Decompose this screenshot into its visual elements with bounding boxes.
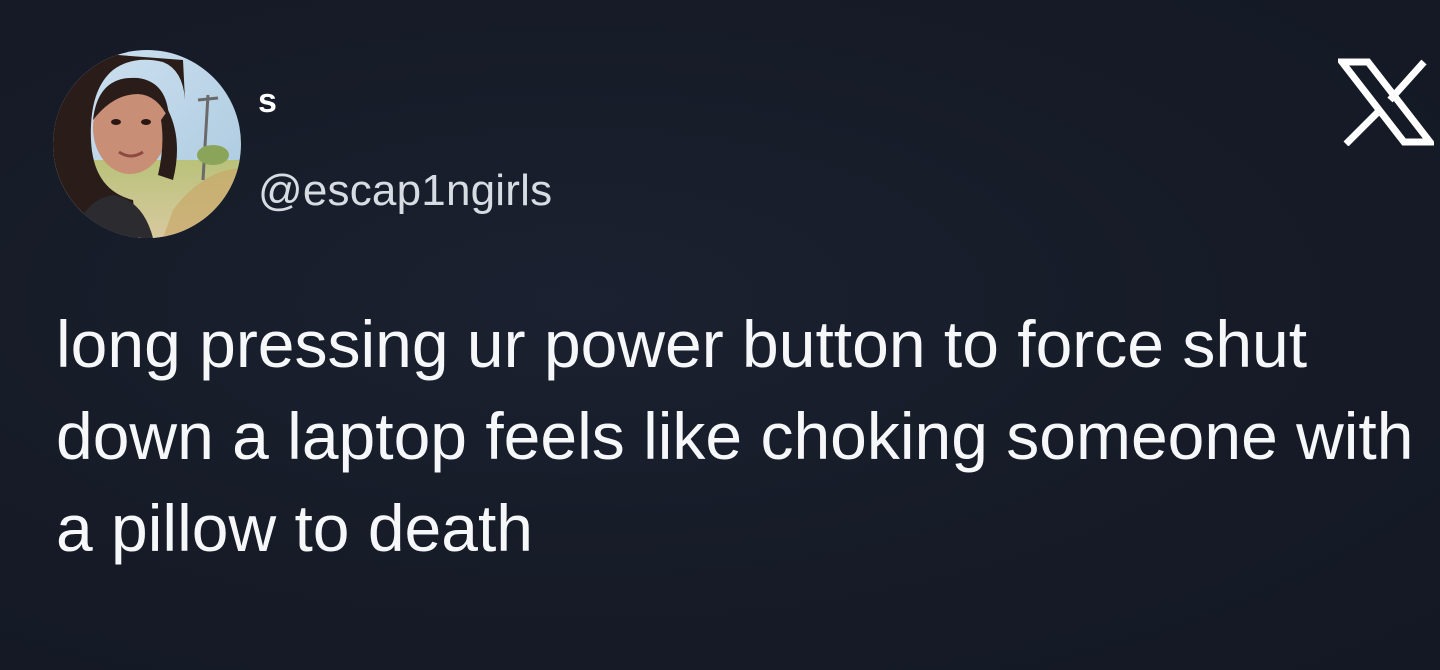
avatar-photo-icon	[53, 50, 241, 238]
x-logo-icon	[1334, 58, 1438, 147]
display-name[interactable]: s	[258, 82, 277, 121]
avatar[interactable]	[53, 50, 241, 238]
user-handle[interactable]: @escap1ngirls	[258, 166, 552, 216]
tweet-card: s @escap1ngirls long pressing ur power b…	[0, 0, 1440, 670]
tweet-text: long pressing ur power button to force s…	[56, 307, 1414, 565]
